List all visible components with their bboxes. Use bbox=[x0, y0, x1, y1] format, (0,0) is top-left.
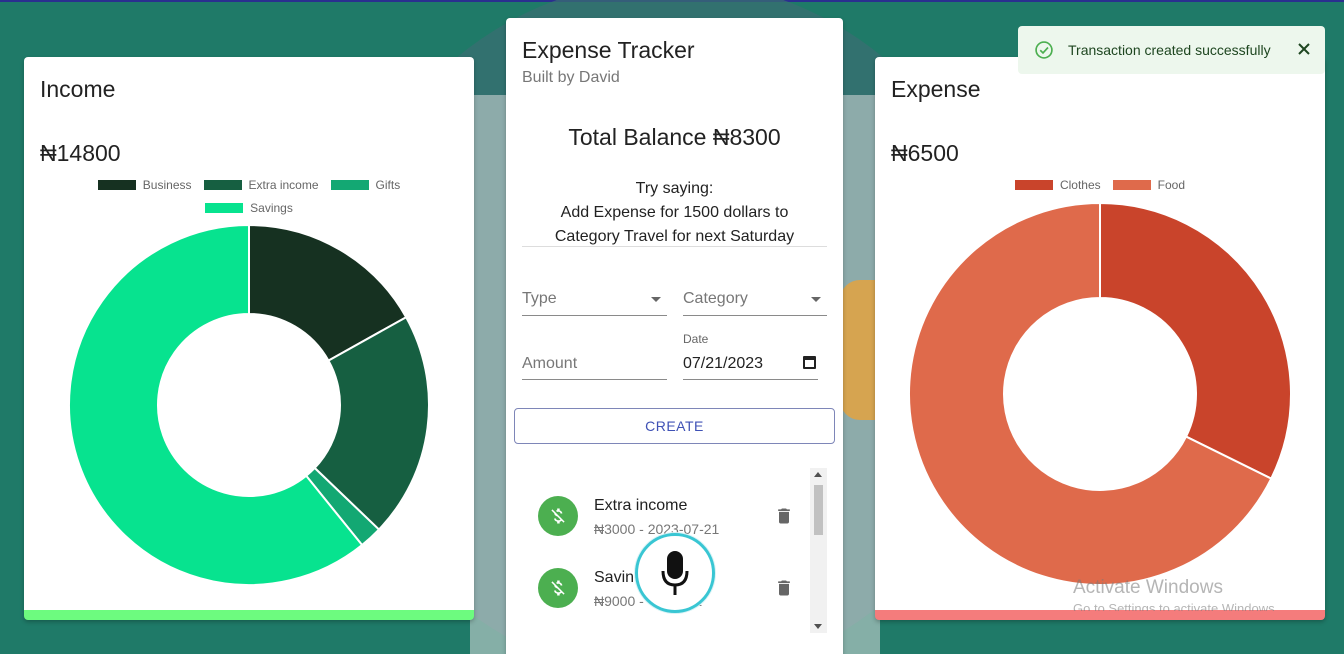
legend-swatch bbox=[97, 180, 136, 190]
microphone-icon bbox=[661, 551, 689, 595]
legend-label: Clothes bbox=[1059, 178, 1101, 192]
expense-amount: ₦6500 bbox=[891, 140, 959, 166]
calendar-icon[interactable] bbox=[803, 356, 816, 369]
legend-item-food[interactable]: Food bbox=[1112, 178, 1186, 192]
income-doughnut-chart bbox=[68, 224, 430, 586]
category-label: Category bbox=[683, 290, 748, 307]
date-value: 07/21/2023 bbox=[683, 355, 764, 372]
money-off-icon bbox=[551, 580, 565, 596]
legend-item-business[interactable]: Business bbox=[97, 178, 192, 192]
date-input[interactable]: 07/21/2023 bbox=[683, 346, 818, 380]
amount-input[interactable]: Amount bbox=[522, 350, 667, 380]
windows-watermark-subtitle: Go to Settings to activate Windows. bbox=[1073, 601, 1279, 611]
total-balance: Total Balance ₦8300 bbox=[568, 124, 781, 150]
expense-legend: Clothes Food bbox=[875, 178, 1325, 201]
legend-label: Gifts bbox=[375, 178, 401, 192]
app-title: Expense Tracker bbox=[522, 37, 695, 63]
list-scrollbar[interactable] bbox=[810, 468, 827, 633]
date-label: Date bbox=[683, 332, 709, 346]
expense-title: Expense bbox=[891, 76, 981, 102]
type-label: Type bbox=[522, 290, 557, 307]
category-select[interactable]: Category bbox=[683, 286, 827, 316]
close-icon[interactable] bbox=[1297, 42, 1311, 56]
scroll-up-arrow-icon[interactable] bbox=[814, 472, 822, 477]
income-legend: Business Extra income Gifts Savings bbox=[24, 178, 474, 224]
check-circle-icon bbox=[1035, 41, 1053, 59]
legend-item-savings[interactable]: Savings bbox=[205, 201, 293, 215]
toast-message: Transaction created successfully bbox=[1068, 42, 1271, 58]
voice-mic-button[interactable] bbox=[635, 533, 715, 613]
chevron-down-icon bbox=[811, 297, 821, 302]
success-toast: Transaction created successfully bbox=[1018, 26, 1325, 74]
legend-swatch bbox=[203, 180, 242, 190]
avatar bbox=[538, 496, 578, 536]
create-button[interactable]: CREATE bbox=[514, 408, 835, 444]
legend-label: Food bbox=[1157, 178, 1186, 192]
transaction-title: Savin bbox=[594, 569, 635, 586]
legend-swatch bbox=[1014, 180, 1053, 190]
voice-hint: Try saying: Add Expense for 1500 dollars… bbox=[506, 177, 843, 249]
legend-swatch bbox=[330, 180, 369, 190]
scroll-thumb[interactable] bbox=[814, 485, 823, 535]
divider bbox=[522, 246, 827, 247]
transaction-title: Extra income bbox=[594, 497, 688, 514]
scroll-down-arrow-icon[interactable] bbox=[814, 624, 822, 629]
chevron-down-icon bbox=[651, 297, 661, 302]
legend-item-gifts[interactable]: Gifts bbox=[330, 178, 401, 192]
delete-icon[interactable] bbox=[774, 577, 794, 599]
expense-doughnut-chart bbox=[908, 202, 1292, 586]
type-select[interactable]: Type bbox=[522, 286, 667, 316]
money-off-icon bbox=[551, 508, 565, 524]
legend-label: Savings bbox=[250, 201, 293, 215]
income-amount: ₦14800 bbox=[40, 140, 121, 166]
slice-clothes[interactable] bbox=[1099, 202, 1292, 480]
legend-label: Business bbox=[142, 178, 192, 192]
hint-line: Add Expense for 1500 dollars to bbox=[560, 204, 789, 221]
amount-label: Amount bbox=[522, 355, 578, 372]
legend-item-clothes[interactable]: Clothes bbox=[1014, 178, 1101, 192]
legend-swatch bbox=[205, 203, 244, 213]
app-subtitle: Built by David bbox=[522, 69, 620, 86]
avatar bbox=[538, 568, 578, 608]
income-card: Income ₦14800 Business Extra income Gift… bbox=[24, 57, 474, 620]
delete-icon[interactable] bbox=[774, 505, 794, 527]
transaction-subtitle: ₦3000 - 2023-07-21 bbox=[594, 521, 720, 537]
hint-line: Try saying: bbox=[635, 180, 714, 197]
legend-swatch bbox=[1112, 180, 1151, 190]
legend-item-extra-income[interactable]: Extra income bbox=[203, 178, 319, 192]
expense-card: Expense ₦6500 Clothes Food bbox=[875, 57, 1325, 620]
income-title: Income bbox=[40, 76, 116, 102]
legend-label: Extra income bbox=[248, 178, 319, 192]
windows-watermark-title: Activate Windows bbox=[1073, 577, 1223, 598]
